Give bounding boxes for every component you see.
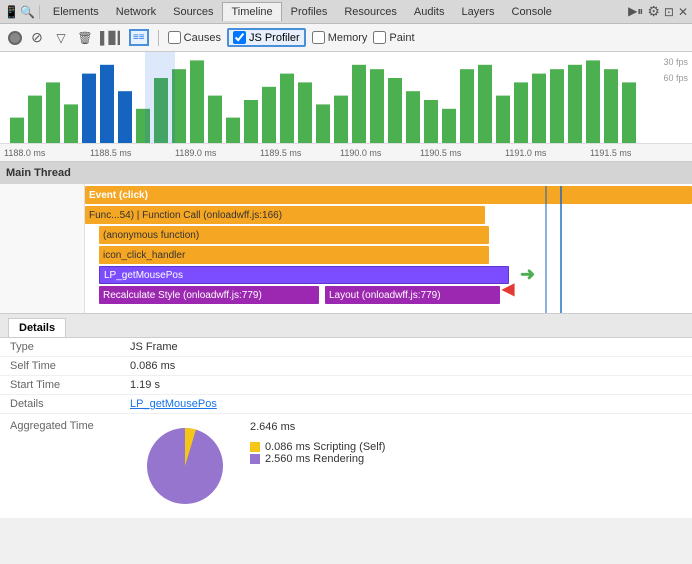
tab-console[interactable]: Console bbox=[504, 3, 560, 21]
record-button[interactable] bbox=[8, 31, 22, 45]
time-label-6: 1191.0 ms bbox=[505, 148, 546, 158]
memory-checkbox[interactable]: Memory bbox=[312, 31, 368, 44]
settings-icon[interactable]: ⚙ bbox=[647, 3, 660, 20]
details-row-details: Details LP_getMousePos bbox=[0, 395, 692, 414]
causes-checkbox[interactable]: Causes bbox=[168, 31, 221, 44]
details-panel: Details Type JS Frame Self Time 0.086 ms… bbox=[0, 314, 692, 519]
details-row-starttime: Start Time 1.19 s bbox=[0, 376, 692, 395]
main-thread-label: Main Thread bbox=[0, 162, 692, 184]
details-row-type: Type JS Frame bbox=[0, 338, 692, 357]
rendering-dot bbox=[250, 454, 260, 464]
label-type: Type bbox=[0, 338, 120, 357]
fps-chart: 30 fps 60 fps 1188.0 ms 1188.5 ms 1189.0… bbox=[0, 52, 692, 162]
flame-layout[interactable]: Layout (onloadwff.js:779) bbox=[325, 286, 500, 304]
run-icon[interactable]: ▶⏸ bbox=[628, 4, 643, 19]
flame-func-call[interactable]: Func...54) | Function Call (onloadwff.js… bbox=[85, 206, 485, 224]
details-table: Type JS Frame Self Time 0.086 ms Start T… bbox=[0, 338, 692, 519]
value-starttime: 1.19 s bbox=[120, 376, 692, 395]
tab-layers[interactable]: Layers bbox=[453, 3, 502, 21]
flame-event-click[interactable]: Event (click) bbox=[85, 186, 692, 204]
paint-checkbox[interactable]: Paint bbox=[373, 31, 414, 44]
time-label-2: 1189.0 ms bbox=[175, 148, 216, 158]
tab-resources[interactable]: Resources bbox=[336, 3, 405, 21]
label-aggregated: Aggregated Time bbox=[0, 414, 120, 519]
paint-check[interactable] bbox=[373, 31, 386, 44]
bar-chart-svg bbox=[0, 52, 692, 144]
label-details: Details bbox=[0, 395, 120, 414]
time-label-5: 1190.5 ms bbox=[420, 148, 461, 158]
pointer-arrow: ◀ bbox=[502, 279, 514, 299]
inspect-icon[interactable]: 🔍 bbox=[20, 5, 35, 19]
value-selftime: 0.086 ms bbox=[120, 357, 692, 376]
lp-getmousepos-link[interactable]: LP_getMousePos bbox=[130, 398, 217, 410]
value-details[interactable]: LP_getMousePos bbox=[120, 395, 692, 414]
pie-legend-area: 2.646 ms 0.086 ms Scripting (Self) 2.560… bbox=[250, 421, 385, 465]
details-row-selftime: Self Time 0.086 ms bbox=[0, 357, 692, 376]
clear-icon[interactable]: ⊘ bbox=[28, 29, 46, 47]
scripting-dot bbox=[250, 442, 260, 452]
details-tabs: Details bbox=[0, 314, 692, 338]
mobile-icon[interactable]: 📱 bbox=[4, 5, 19, 19]
js-profiler-checkbox-box[interactable]: JS Profiler bbox=[227, 28, 306, 47]
memory-check[interactable] bbox=[312, 31, 325, 44]
flame-recalc-style[interactable]: Recalculate Style (onloadwff.js:779) bbox=[99, 286, 319, 304]
close-icon[interactable]: ✕ bbox=[678, 5, 688, 19]
tab-sources[interactable]: Sources bbox=[165, 3, 221, 21]
time-label-3: 1189.5 ms bbox=[260, 148, 301, 158]
label-selftime: Self Time bbox=[0, 357, 120, 376]
js-profiler-check[interactable] bbox=[233, 31, 246, 44]
flame-icon-handler[interactable]: icon_click_handler bbox=[99, 246, 489, 264]
label-starttime: Start Time bbox=[0, 376, 120, 395]
causes-check[interactable] bbox=[168, 31, 181, 44]
tab-timeline[interactable]: Timeline bbox=[222, 2, 281, 21]
time-label-4: 1190.0 ms bbox=[340, 148, 381, 158]
tab-profiles[interactable]: Profiles bbox=[283, 3, 336, 21]
value-aggregated: 2.646 ms 0.086 ms Scripting (Self) 2.560… bbox=[120, 414, 692, 519]
tab-audits[interactable]: Audits bbox=[406, 3, 453, 21]
tab-network[interactable]: Network bbox=[108, 3, 164, 21]
trash-icon[interactable]: 🗑 bbox=[76, 29, 94, 47]
selection-overlay bbox=[145, 52, 175, 144]
flame-anon-func[interactable]: (anonymous function) bbox=[99, 226, 489, 244]
pie-section: 2.646 ms 0.086 ms Scripting (Self) 2.560… bbox=[130, 417, 682, 515]
devtools-tabs: 📱 🔍 Elements Network Sources Timeline Pr… bbox=[0, 0, 692, 24]
filter-icon[interactable]: ▽ bbox=[52, 29, 70, 47]
time-ruler: 1188.0 ms 1188.5 ms 1189.0 ms 1189.5 ms … bbox=[0, 143, 692, 161]
green-arrow: ➜ bbox=[520, 264, 535, 285]
timeline-view-icon[interactable]: ≡≡ bbox=[129, 29, 149, 46]
time-label-7: 1191.5 ms bbox=[590, 148, 631, 158]
vline-2 bbox=[560, 186, 562, 313]
dock-icon[interactable]: ⊡ bbox=[664, 5, 674, 19]
details-tab[interactable]: Details bbox=[8, 318, 66, 337]
details-row-aggregated: Aggregated Time bbox=[0, 414, 692, 519]
pie-total: 2.646 ms bbox=[250, 421, 385, 433]
value-type: JS Frame bbox=[120, 338, 692, 357]
pie-chart bbox=[140, 421, 230, 511]
time-label-1: 1188.5 ms bbox=[90, 148, 131, 158]
flamechart[interactable]: Event (click) Func...54) | Function Call… bbox=[0, 184, 692, 314]
time-label-0: 1188.0 ms bbox=[4, 148, 45, 158]
timeline-toolbar: ⊘ ▽ 🗑 ▌▊▎ ≡≡ Causes JS Profiler Memory P… bbox=[0, 24, 692, 52]
vline-1 bbox=[545, 186, 547, 313]
flame-lp-getmousepos[interactable]: LP_getMousePos bbox=[99, 266, 509, 284]
legend-scripting: 0.086 ms Scripting (Self) bbox=[250, 441, 385, 453]
bar-chart-icon: ▌▊▎ bbox=[100, 31, 127, 45]
separator-1 bbox=[158, 30, 159, 46]
legend-rendering: 2.560 ms Rendering bbox=[250, 453, 385, 465]
tab-elements[interactable]: Elements bbox=[45, 3, 107, 21]
